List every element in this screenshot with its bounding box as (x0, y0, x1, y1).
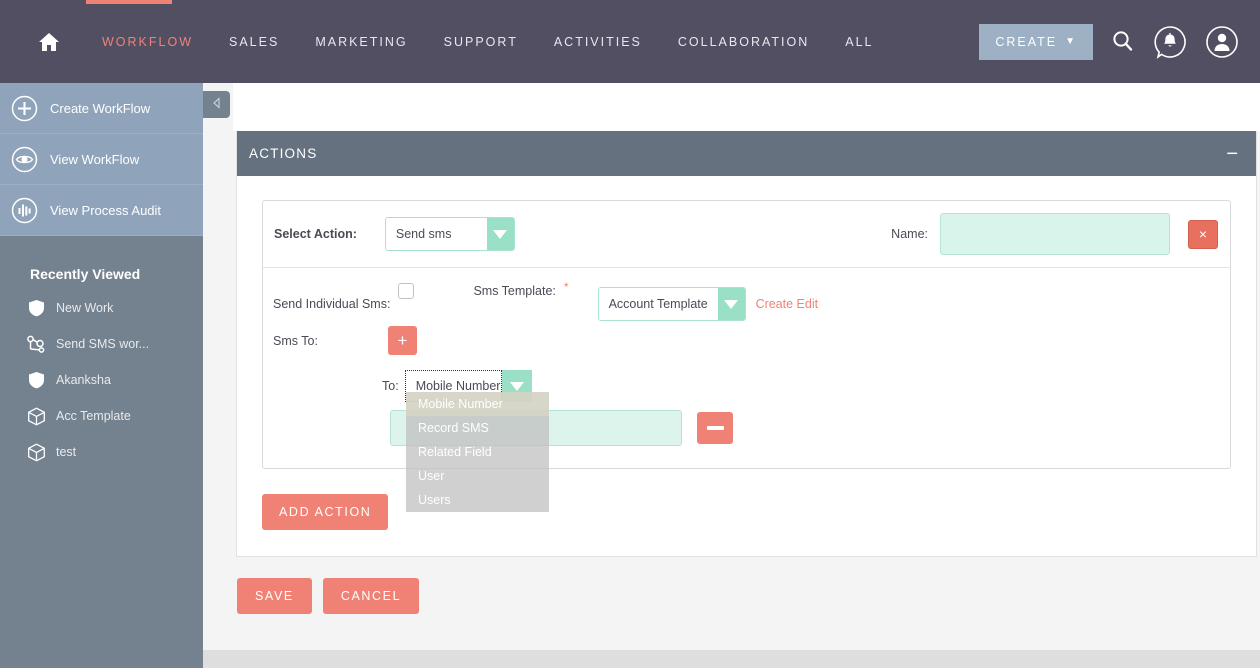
content-top-area (233, 83, 1260, 131)
send-individual-sms-checkbox[interactable] (398, 283, 415, 299)
add-recipient-button[interactable]: + (387, 326, 417, 355)
nav-item-activities[interactable]: ACTIVITIES (536, 35, 660, 49)
actions-panel: ACTIONS − Select Action: Send sms Name: (236, 131, 1257, 557)
sidebar-item-label: View Process Audit (50, 202, 162, 218)
create-button-label: CREATE (995, 34, 1058, 49)
cube-icon (26, 442, 46, 462)
nav-item-all[interactable]: ALL (827, 35, 891, 49)
list-item[interactable]: Acc Template (0, 398, 203, 434)
dropdown-option-users[interactable]: Users (406, 488, 549, 512)
form-footer-buttons: SAVE CANCEL (237, 578, 420, 614)
main-nav-items: WORKFLOW SALES MARKETING SUPPORT ACTIVIT… (84, 35, 892, 49)
shield-icon (26, 370, 46, 390)
sms-template-dropdown[interactable]: Account Template (597, 287, 746, 321)
select-action-label: Select Action: (274, 227, 357, 241)
recently-viewed-heading: Recently Viewed (30, 266, 141, 282)
actions-panel-header: ACTIONS − (237, 131, 1256, 176)
sms-to-label: Sms To: (273, 333, 318, 348)
home-icon[interactable] (36, 29, 62, 55)
main-content-area: ACTIONS − Select Action: Send sms Name: (203, 83, 1260, 668)
add-action-button[interactable]: ADD ACTION (262, 494, 389, 530)
list-item-label: Send SMS wor... (56, 337, 150, 351)
notification-bell-icon[interactable] (1152, 24, 1188, 60)
sidebar-item-create-workflow[interactable]: Create WorkFlow (0, 83, 203, 134)
chevron-down-icon (486, 218, 514, 250)
nav-item-marketing[interactable]: MARKETING (297, 35, 425, 49)
shield-icon (26, 298, 46, 318)
list-item-label: Acc Template (56, 409, 131, 423)
chevron-down-icon (717, 288, 745, 320)
plus-icon: + (397, 331, 408, 350)
sidebar-item-label: Create WorkFlow (50, 100, 151, 116)
sms-template-label: Sms Template: (473, 284, 556, 298)
chevron-left-icon (211, 96, 223, 114)
create-button[interactable]: CREATE ▼ (979, 23, 1093, 60)
name-label: Name: (891, 227, 928, 241)
eye-icon (11, 146, 38, 173)
action-card-top-row: Select Action: Send sms Name: × (263, 201, 1230, 268)
name-field[interactable] (940, 213, 1170, 255)
nav-item-support[interactable]: SUPPORT (426, 35, 536, 49)
required-asterisk: * (563, 280, 569, 294)
chevron-down-icon: ▼ (1065, 36, 1077, 47)
active-tab-indicator (86, 0, 172, 4)
dropdown-option-related-field[interactable]: Related Field (406, 440, 549, 464)
nav-right-controls: CREATE ▼ (979, 0, 1260, 83)
list-item-label: New Work (56, 301, 114, 315)
list-item-label: Akanksha (56, 373, 111, 387)
action-card: Select Action: Send sms Name: × Send Ind… (262, 200, 1231, 512)
sidebar-collapse-toggle[interactable] (203, 91, 230, 118)
nav-item-sales[interactable]: SALES (211, 35, 297, 49)
send-individual-sms-label: Send Individual Sms: (273, 297, 391, 311)
actions-panel-body: Select Action: Send sms Name: × Send Ind… (237, 176, 1256, 556)
plus-circle-icon (11, 95, 38, 122)
select-action-dropdown[interactable]: Send sms (384, 217, 515, 251)
remove-action-button[interactable]: × (1188, 219, 1218, 249)
audit-bars-icon (11, 197, 38, 224)
remove-recipient-button[interactable] (697, 412, 733, 444)
dropdown-option-user[interactable]: User (406, 464, 549, 488)
minus-icon (706, 426, 724, 430)
save-button[interactable]: SAVE (237, 578, 312, 614)
sidebar-item-label: View WorkFlow (50, 151, 140, 167)
cancel-button[interactable]: CANCEL (322, 578, 420, 614)
left-sidebar: Create WorkFlow View WorkFlow View Proce… (0, 83, 203, 668)
list-item[interactable]: Send SMS wor... (0, 326, 203, 362)
sidebar-item-view-workflow[interactable]: View WorkFlow (0, 134, 203, 185)
to-label: To: (382, 379, 399, 393)
search-icon[interactable] (1109, 28, 1136, 55)
dropdown-option-record-sms[interactable]: Record SMS (406, 416, 549, 440)
list-item[interactable]: Akanksha (0, 362, 203, 398)
dropdown-option-mobile-number[interactable]: Mobile Number (406, 392, 549, 416)
list-item-label: test (56, 445, 77, 459)
create-edit-link[interactable]: Create Edit (756, 297, 819, 311)
action-card-body-row: Send Individual Sms: Sms Template: * Acc… (263, 268, 1230, 512)
nav-item-collaboration[interactable]: COLLABORATION (660, 35, 827, 49)
workflow-node-icon (26, 334, 46, 354)
sms-template-value: Account Template (598, 288, 718, 320)
close-icon: × (1198, 226, 1208, 242)
cube-icon (26, 406, 46, 426)
panel-collapse-toggle[interactable]: − (1226, 144, 1238, 164)
user-account-icon[interactable] (1204, 24, 1240, 60)
sidebar-item-view-process-audit[interactable]: View Process Audit (0, 185, 203, 236)
page-bottom-strip (203, 650, 1260, 668)
list-item[interactable]: test (0, 434, 203, 470)
panel-title: ACTIONS (249, 146, 318, 161)
top-navigation-bar: WORKFLOW SALES MARKETING SUPPORT ACTIVIT… (0, 0, 1260, 83)
nav-item-workflow[interactable]: WORKFLOW (84, 35, 211, 49)
select-action-value: Send sms (385, 218, 487, 250)
list-item[interactable]: New Work (0, 290, 203, 326)
to-type-dropdown-options[interactable]: Mobile Number Record SMS Related Field U… (406, 392, 549, 512)
